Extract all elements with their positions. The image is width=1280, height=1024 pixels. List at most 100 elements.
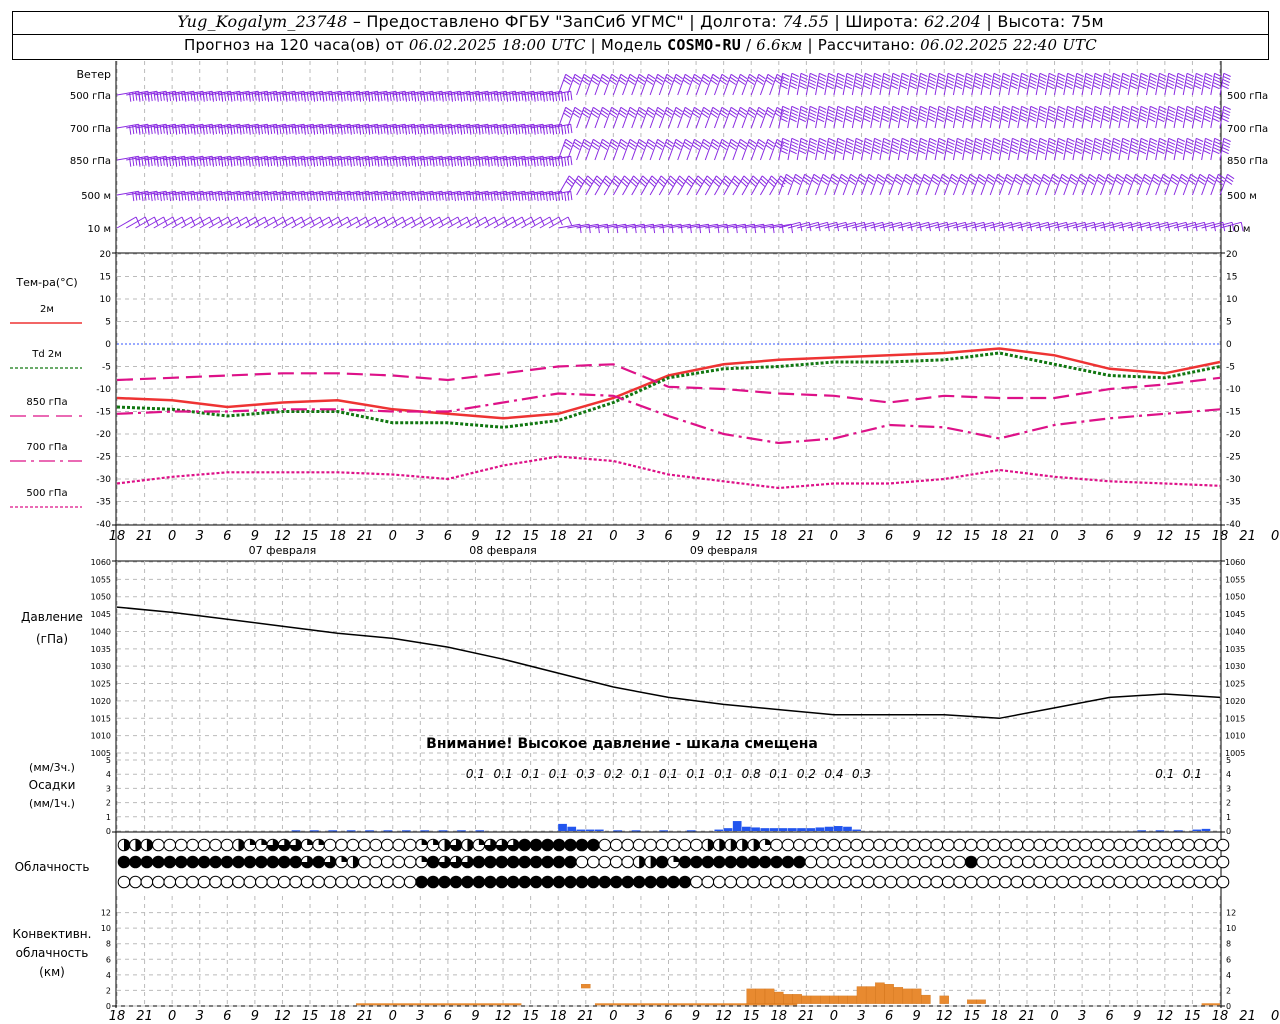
cloud-circle — [873, 855, 886, 869]
x-axis-bottom-tick: 0 — [1271, 1009, 1279, 1024]
precip-tick-label: 0 — [106, 827, 111, 836]
cloud-symbol — [529, 855, 543, 869]
wind-barb — [925, 137, 937, 161]
cloud-symbol — [987, 875, 1001, 889]
cloud-fill — [146, 839, 153, 851]
precip-bar — [401, 830, 411, 832]
wind-barb — [1081, 105, 1094, 129]
x-axis-bottom-tick: 9 — [1133, 1009, 1141, 1024]
cloud-symbol — [220, 855, 234, 869]
cloud-symbol — [163, 838, 177, 852]
cloud-circle — [381, 875, 394, 889]
cloud-symbol — [1182, 838, 1195, 852]
conv-bar — [801, 995, 812, 1004]
x-axis-bottom-tick: 21 — [357, 1009, 374, 1024]
precip-bar — [815, 827, 825, 831]
precip-total-label: 0.1 — [769, 767, 788, 781]
cloud-circle — [758, 855, 772, 869]
conv-tick-label: 10 — [101, 924, 111, 933]
cloud-circle — [369, 855, 383, 869]
precip-bar — [723, 828, 733, 831]
precip-total-label: 0.1 — [1183, 767, 1202, 781]
pres-tick-label: 1055 — [91, 575, 111, 584]
cloud-circle — [1136, 875, 1150, 889]
precip-bar — [833, 826, 843, 831]
pres-tick-label-right: 1055 — [1225, 575, 1245, 584]
pres-tick-label: 1035 — [91, 645, 111, 654]
pres-tick-label: 1050 — [91, 593, 111, 602]
cloud-circle — [403, 855, 417, 869]
cloud-symbol — [312, 855, 325, 869]
cloud-symbol — [644, 855, 657, 869]
wind-barb — [971, 137, 983, 161]
conv-thin-bar — [1201, 1003, 1220, 1006]
cloud-symbol — [1010, 838, 1024, 852]
cloud-symbol — [1090, 838, 1104, 852]
cloud-circle — [1205, 875, 1218, 889]
cloud-circle — [1193, 838, 1207, 852]
wind-barb — [1081, 72, 1094, 96]
cloud-symbol — [919, 855, 932, 869]
x-axis-bottom-tick: 6 — [664, 1009, 672, 1024]
cloud-circle — [1216, 855, 1230, 869]
wind-barb — [879, 72, 891, 96]
x-axis-bottom-tick: 9 — [471, 1009, 479, 1024]
x-axis-bottom-tick: 18 — [771, 1009, 788, 1024]
precip-total-label: 0.1 — [1155, 767, 1174, 781]
cloud-symbol — [129, 855, 142, 869]
x-axis-bottom-tick: 3 — [416, 1009, 424, 1024]
x-axis-mid-tick: 0 — [609, 529, 617, 544]
cloud-circle — [781, 875, 795, 889]
pres-tick-label-right: 1040 — [1225, 627, 1245, 636]
precip-bar — [328, 830, 338, 832]
x-axis-mid-tick: 21 — [578, 529, 595, 544]
x-axis-mid-tick: 12 — [1157, 529, 1174, 544]
cloud-symbol — [953, 855, 966, 869]
cloud-circle — [999, 838, 1012, 852]
x-axis-mid-tick: 18 — [109, 529, 126, 544]
wind-barb — [1054, 137, 1066, 161]
x-axis-bottom-tick: 0 — [830, 1009, 838, 1024]
conv-tick-label-right: 8 — [1226, 940, 1231, 949]
cloud-fill — [433, 839, 439, 845]
wind-barb — [1026, 137, 1038, 161]
x-axis-bottom-tick: 6 — [1106, 1009, 1114, 1024]
cloud-symbol — [1205, 855, 1218, 869]
pres-tick-label: 1025 — [91, 680, 111, 689]
wind-barb — [1090, 105, 1103, 129]
x-axis-bottom-tick: 9 — [913, 1009, 921, 1024]
cloud-circle — [564, 855, 577, 869]
cloud-symbol — [747, 875, 760, 889]
wind-barb — [888, 105, 901, 129]
precip-bar — [732, 821, 742, 831]
x-axis-mid-tick: 3 — [637, 529, 645, 544]
conv-thin-bar — [594, 1003, 706, 1006]
cloud-circle — [1148, 838, 1161, 852]
cloud-circle — [1044, 838, 1058, 852]
cloud-circle — [346, 875, 360, 889]
cloud-symbol — [747, 838, 760, 852]
cloud-circle — [896, 855, 909, 869]
cloud-symbol — [129, 875, 142, 889]
cloud-circle — [266, 855, 280, 869]
x-axis-bottom-tick: 18 — [109, 1009, 126, 1024]
cloud-circle — [472, 875, 486, 889]
wind-barb — [833, 72, 845, 96]
wind-barb — [1081, 137, 1094, 161]
cloud-symbol — [735, 838, 749, 852]
cloud-symbol — [793, 838, 806, 852]
cloud-symbol — [289, 875, 303, 889]
wind-barb — [1026, 105, 1038, 129]
cloud-symbol — [140, 875, 154, 889]
cloud-circle — [552, 855, 566, 869]
wind-barb — [1164, 72, 1176, 96]
pres-tick-label: 1015 — [91, 714, 111, 723]
cloud-symbol — [609, 855, 623, 869]
precip-total-label: 0.3 — [852, 767, 871, 781]
cloud-symbol — [1044, 838, 1058, 852]
cloud-circle — [896, 838, 909, 852]
cloud-circle — [735, 875, 749, 889]
cloud-circle — [919, 875, 932, 889]
cloud-symbol — [392, 855, 406, 869]
cloud-circle — [369, 838, 383, 852]
